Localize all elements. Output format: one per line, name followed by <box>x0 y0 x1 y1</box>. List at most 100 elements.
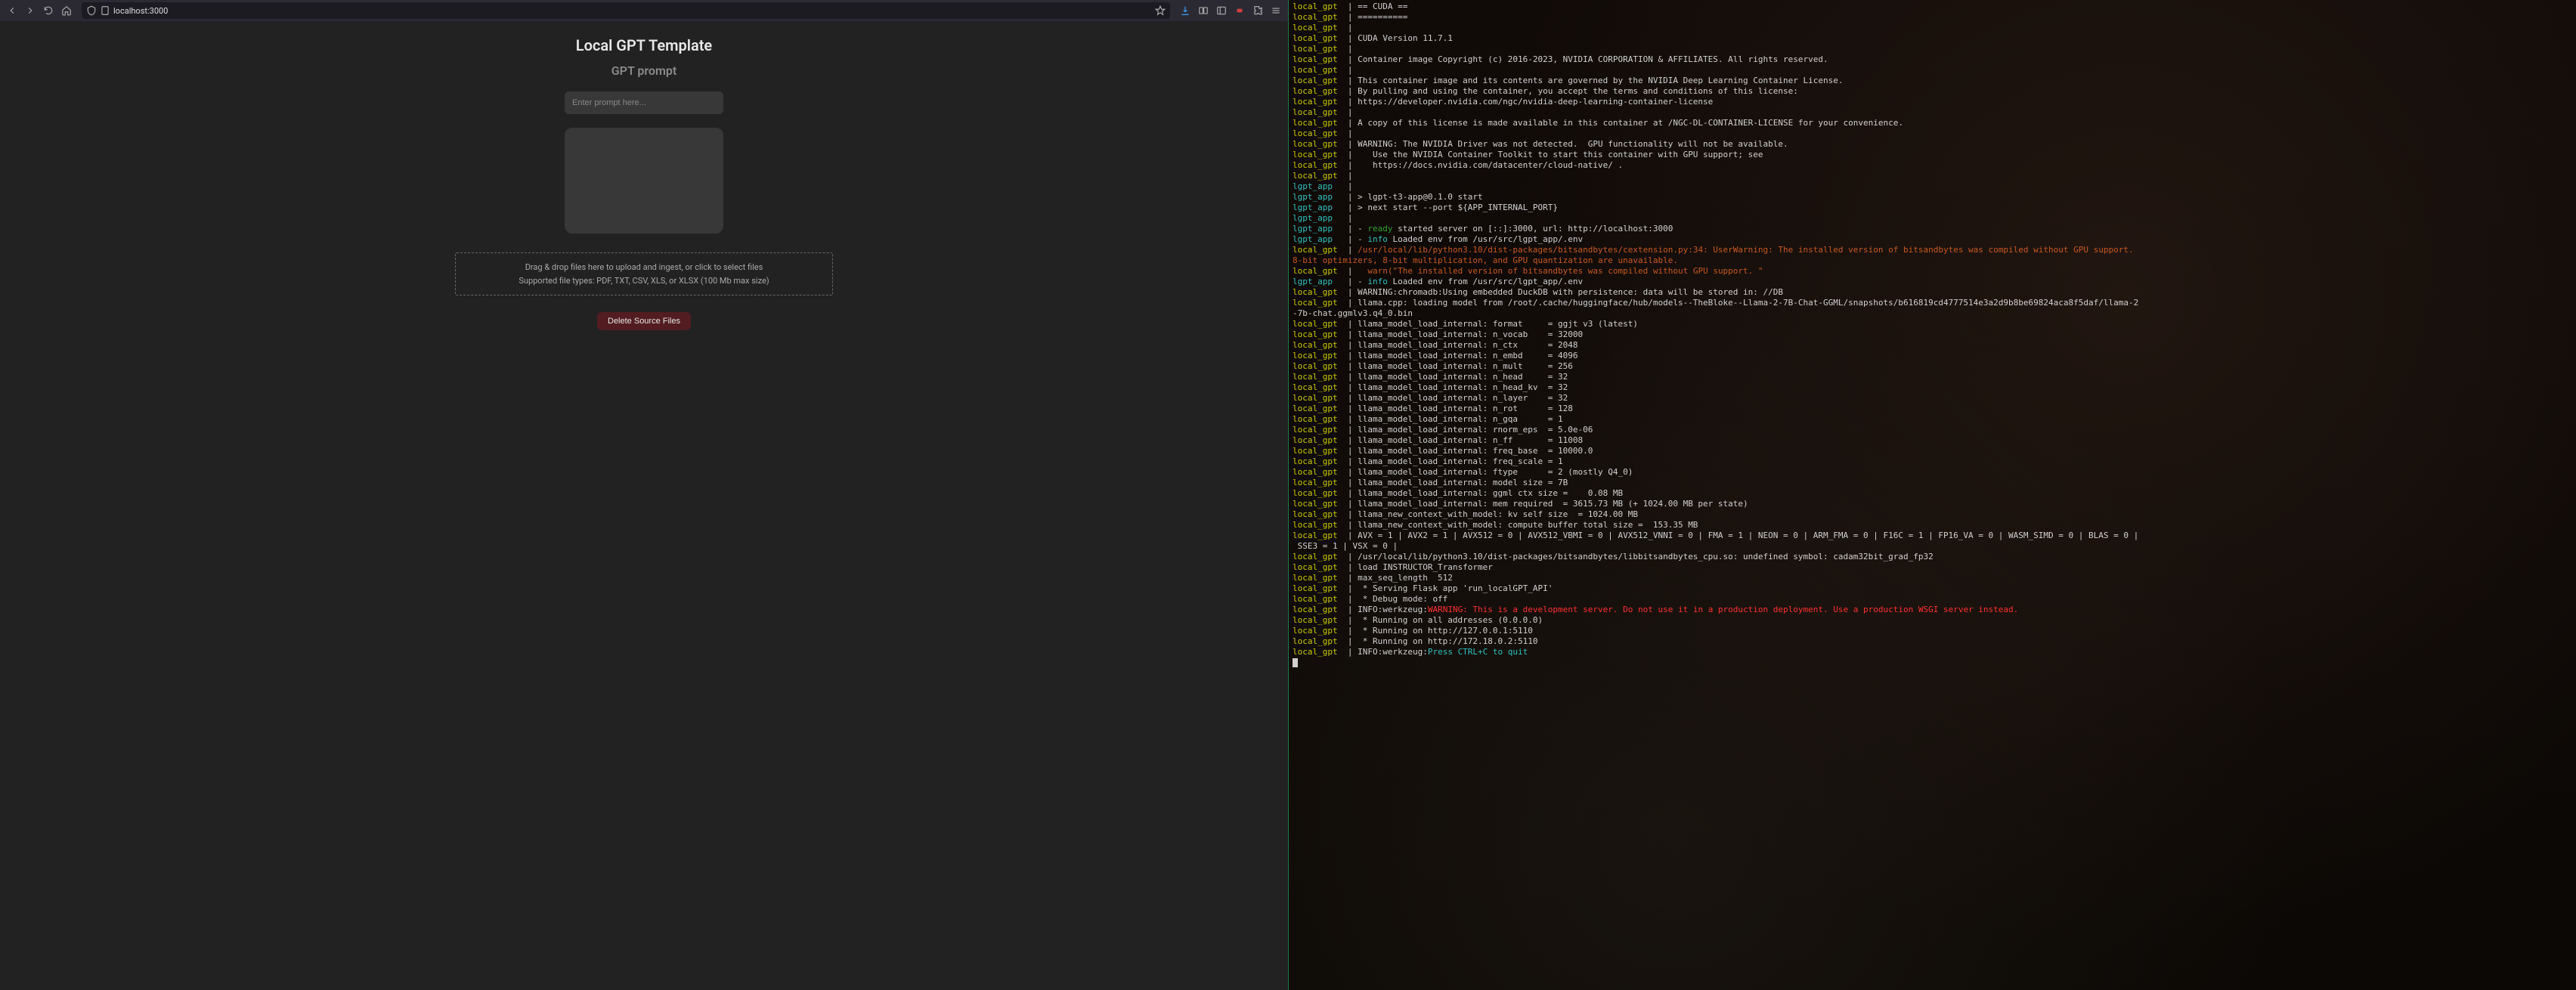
terminal-line: local_gpt | AVX = 1 | AVX2 = 1 | AVX512 … <box>1293 531 2571 541</box>
reload-icon <box>43 5 54 16</box>
page-title: Local GPT Template <box>576 36 712 54</box>
terminal-line: local_gpt | https://developer.nvidia.com… <box>1293 97 2571 107</box>
page-subtitle: GPT prompt <box>611 63 677 78</box>
terminal-line: local_gpt | <box>1293 107 2571 118</box>
extensions-button[interactable] <box>1250 3 1265 18</box>
terminal-line: local_gpt | llama_model_load_internal: n… <box>1293 393 2571 404</box>
dropzone-text-2: Supported file types: PDF, TXT, CSV, XLS… <box>466 274 822 288</box>
terminal-line: local_gpt | WARNING: The NVIDIA Driver w… <box>1293 139 2571 150</box>
terminal-line: local_gpt | llama_model_load_internal: f… <box>1293 446 2571 456</box>
page-content: Local GPT Template GPT prompt Drag & dro… <box>0 21 1288 990</box>
terminal-line: local_gpt | load INSTRUCTOR_Transformer <box>1293 562 2571 573</box>
terminal-line: local_gpt | ========== <box>1293 12 2571 23</box>
sidebar-icon <box>1216 5 1227 16</box>
terminal-line: local_gpt | * Debug mode: off <box>1293 594 2571 605</box>
puzzle-icon <box>1252 5 1263 16</box>
terminal-line: local_gpt | llama_model_load_internal: g… <box>1293 488 2571 499</box>
terminal-line: local_gpt | <box>1293 44 2571 54</box>
terminal-line: local_gpt | llama_model_load_internal: n… <box>1293 382 2571 393</box>
terminal-line: local_gpt | llama_model_load_internal: f… <box>1293 319 2571 329</box>
terminal-line: local_gpt | By pulling and using the con… <box>1293 86 2571 97</box>
account-button[interactable] <box>1196 3 1211 18</box>
cursor-icon <box>1293 658 1298 667</box>
terminal-line: local_gpt | llama.cpp: loading model fro… <box>1293 298 2571 308</box>
terminal-line: local_gpt | max_seq_length 512 <box>1293 573 2571 583</box>
terminal-line: local_gpt | llama_new_context_with_model… <box>1293 509 2571 520</box>
terminal-line: local_gpt | <box>1293 23 2571 33</box>
downloads-button[interactable] <box>1178 3 1193 18</box>
terminal-line: local_gpt | * Running on http://172.18.0… <box>1293 636 2571 647</box>
output-box <box>565 128 723 234</box>
terminal-line: local_gpt | llama_model_load_internal: n… <box>1293 351 2571 361</box>
browser-window: localhost:3000 <box>0 0 1288 990</box>
terminal-line: local_gpt | WARNING:chromadb:Using embed… <box>1293 287 2571 298</box>
terminal-line: local_gpt | llama_model_load_internal: f… <box>1293 467 2571 478</box>
hamburger-icon <box>1271 5 1281 16</box>
terminal-line: local_gpt | llama_model_load_internal: n… <box>1293 372 2571 382</box>
terminal-line: local_gpt | A copy of this license is ma… <box>1293 118 2571 128</box>
terminal-line: local_gpt | INFO:werkzeug:WARNING: This … <box>1293 605 2571 615</box>
shield-icon <box>86 5 97 16</box>
download-icon <box>1180 5 1190 16</box>
home-button[interactable] <box>59 3 74 18</box>
file-dropzone[interactable]: Drag & drop files here to upload and ing… <box>455 252 833 295</box>
terminal-line: local_gpt | * Running on http://127.0.0.… <box>1293 626 2571 636</box>
terminal-line: lgpt_app | - info Loaded env from /usr/s… <box>1293 277 2571 287</box>
terminal-line: lgpt_app | - info Loaded env from /usr/s… <box>1293 234 2571 245</box>
terminal-line: local_gpt | llama_model_load_internal: n… <box>1293 435 2571 446</box>
terminal-line: SSE3 = 1 | VSX = 0 | <box>1293 541 2571 552</box>
terminal-line: local_gpt | * Serving Flask app 'run_loc… <box>1293 583 2571 594</box>
dropzone-text-1: Drag & drop files here to upload and ing… <box>466 261 822 274</box>
home-icon <box>61 5 72 16</box>
terminal-line: local_gpt | https://docs.nvidia.com/data… <box>1293 160 2571 171</box>
star-icon[interactable] <box>1155 5 1166 16</box>
terminal-line: local_gpt | llama_model_load_internal: m… <box>1293 499 2571 509</box>
terminal-line: local_gpt | /usr/local/lib/python3.10/di… <box>1293 245 2571 255</box>
address-bar[interactable]: localhost:3000 <box>82 2 1170 19</box>
ext-button-1[interactable] <box>1232 3 1247 18</box>
terminal-line: local_gpt | llama_model_load_internal: n… <box>1293 414 2571 425</box>
terminal-line: local_gpt | <box>1293 65 2571 76</box>
url-text: localhost:3000 <box>113 6 168 16</box>
terminal-output: local_gpt | == CUDA ==local_gpt | ======… <box>1288 0 2576 990</box>
terminal-line: local_gpt | llama_model_load_internal: n… <box>1293 361 2571 372</box>
terminal-line: local_gpt | warn("The installed version … <box>1293 266 2571 277</box>
terminal-line: lgpt_app | - ready started server on [::… <box>1293 224 2571 234</box>
terminal-line: local_gpt | llama_model_load_internal: n… <box>1293 404 2571 414</box>
terminal-line: local_gpt | CUDA Version 11.7.1 <box>1293 33 2571 44</box>
back-button[interactable] <box>5 3 20 18</box>
terminal-pane[interactable]: local_gpt | == CUDA ==local_gpt | ======… <box>1288 0 2576 990</box>
terminal-line: local_gpt | This container image and its… <box>1293 76 2571 86</box>
terminal-line: local_gpt | /usr/local/lib/python3.10/di… <box>1293 552 2571 562</box>
account-icon <box>1198 5 1209 16</box>
terminal-line: lgpt_app | > lgpt-t3-app@0.1.0 start <box>1293 192 2571 203</box>
terminal-line: local_gpt | llama_model_load_internal: r… <box>1293 425 2571 435</box>
terminal-line: lgpt_app | <box>1293 181 2571 192</box>
sidebar-button[interactable] <box>1214 3 1229 18</box>
terminal-line: local_gpt | == CUDA == <box>1293 2 2571 12</box>
page-icon <box>100 5 110 16</box>
terminal-line: local_gpt | Use the NVIDIA Container Too… <box>1293 150 2571 160</box>
terminal-line: local_gpt | llama_model_load_internal: m… <box>1293 478 2571 488</box>
terminal-line: local_gpt | llama_new_context_with_model… <box>1293 520 2571 531</box>
terminal-line: local_gpt | llama_model_load_internal: n… <box>1293 340 2571 351</box>
terminal-line: local_gpt | llama_model_load_internal: f… <box>1293 456 2571 467</box>
arrow-right-icon <box>25 5 36 16</box>
ext-icon <box>1234 5 1245 16</box>
terminal-cursor-line <box>1293 657 2571 668</box>
terminal-line: 8-bit optimizers, 8-bit multiplication, … <box>1293 255 2571 266</box>
terminal-line: lgpt_app | > next start --port ${APP_INT… <box>1293 203 2571 213</box>
delete-source-files-button[interactable]: Delete Source Files <box>597 312 691 330</box>
terminal-line: -7b-chat.ggmlv3.q4_0.bin <box>1293 308 2571 319</box>
forward-button[interactable] <box>23 3 38 18</box>
browser-toolbar: localhost:3000 <box>0 0 1288 21</box>
menu-button[interactable] <box>1268 3 1283 18</box>
reload-button[interactable] <box>41 3 56 18</box>
prompt-input[interactable] <box>565 91 723 114</box>
terminal-line: local_gpt | * Running on all addresses (… <box>1293 615 2571 626</box>
arrow-left-icon <box>7 5 17 16</box>
terminal-line: local_gpt | Container image Copyright (c… <box>1293 54 2571 65</box>
terminal-line: local_gpt | INFO:werkzeug:Press CTRL+C t… <box>1293 647 2571 657</box>
terminal-line: lgpt_app | <box>1293 213 2571 224</box>
terminal-line: local_gpt | <box>1293 128 2571 139</box>
